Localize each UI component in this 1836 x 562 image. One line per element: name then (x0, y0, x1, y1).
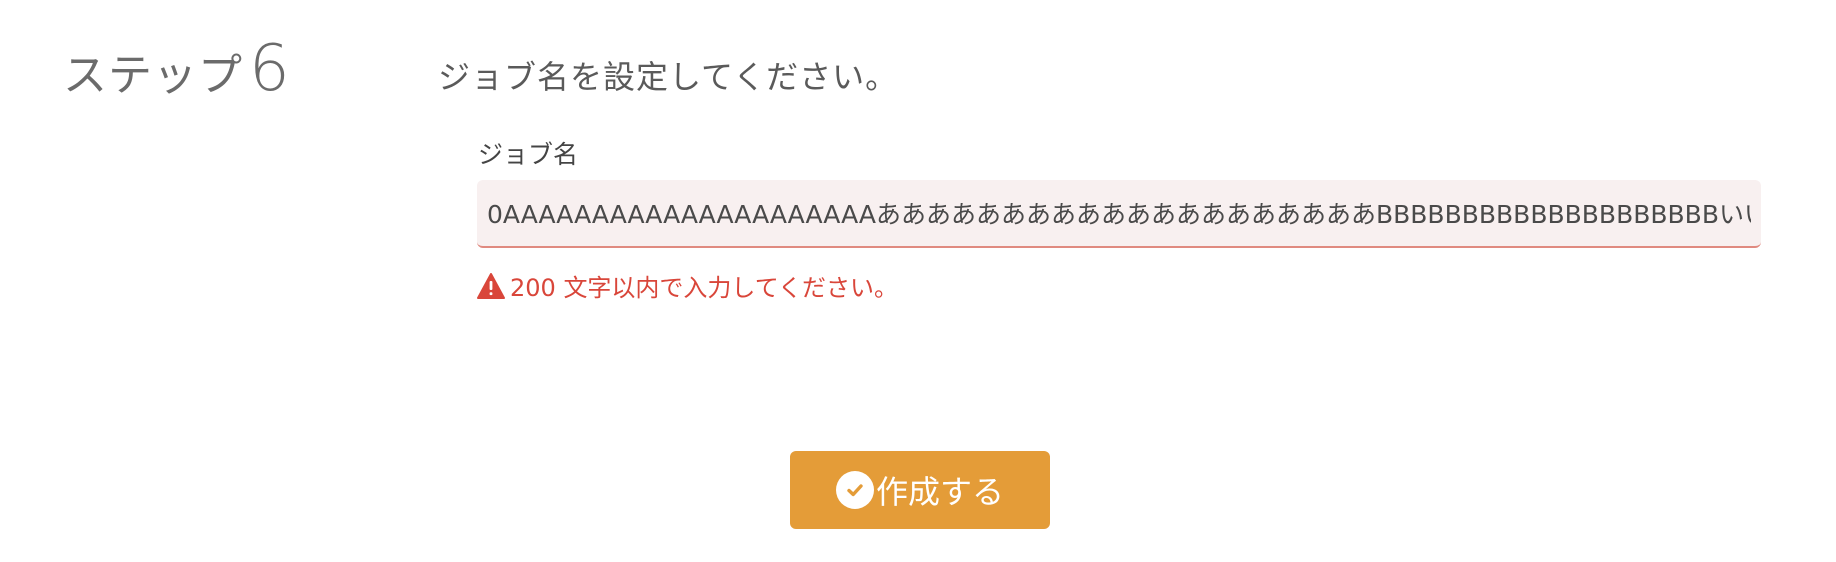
step-word: ステップ (63, 50, 243, 101)
create-button-label: 作成する (875, 473, 1004, 511)
warning-icon (476, 272, 506, 300)
job-name-input[interactable] (477, 180, 1761, 246)
step-heading: ステップ 6 (63, 32, 290, 106)
step-number: 6 (249, 32, 290, 106)
error-message: 200 文字以内で入力してください。 (510, 274, 898, 302)
job-name-error: 200 文字以内で入力してください。 (476, 268, 898, 303)
create-button[interactable]: 作成する (790, 451, 1050, 529)
job-name-field (477, 180, 1761, 248)
job-name-label: ジョブ名 (478, 140, 579, 169)
check-circle-icon (835, 471, 874, 509)
step-6-page: ステップ 6 ジョブ名を設定してください。 ジョブ名 200 文字以内で入力して… (0, 0, 1836, 562)
step-instruction: ジョブ名を設定してください。 (438, 58, 899, 96)
